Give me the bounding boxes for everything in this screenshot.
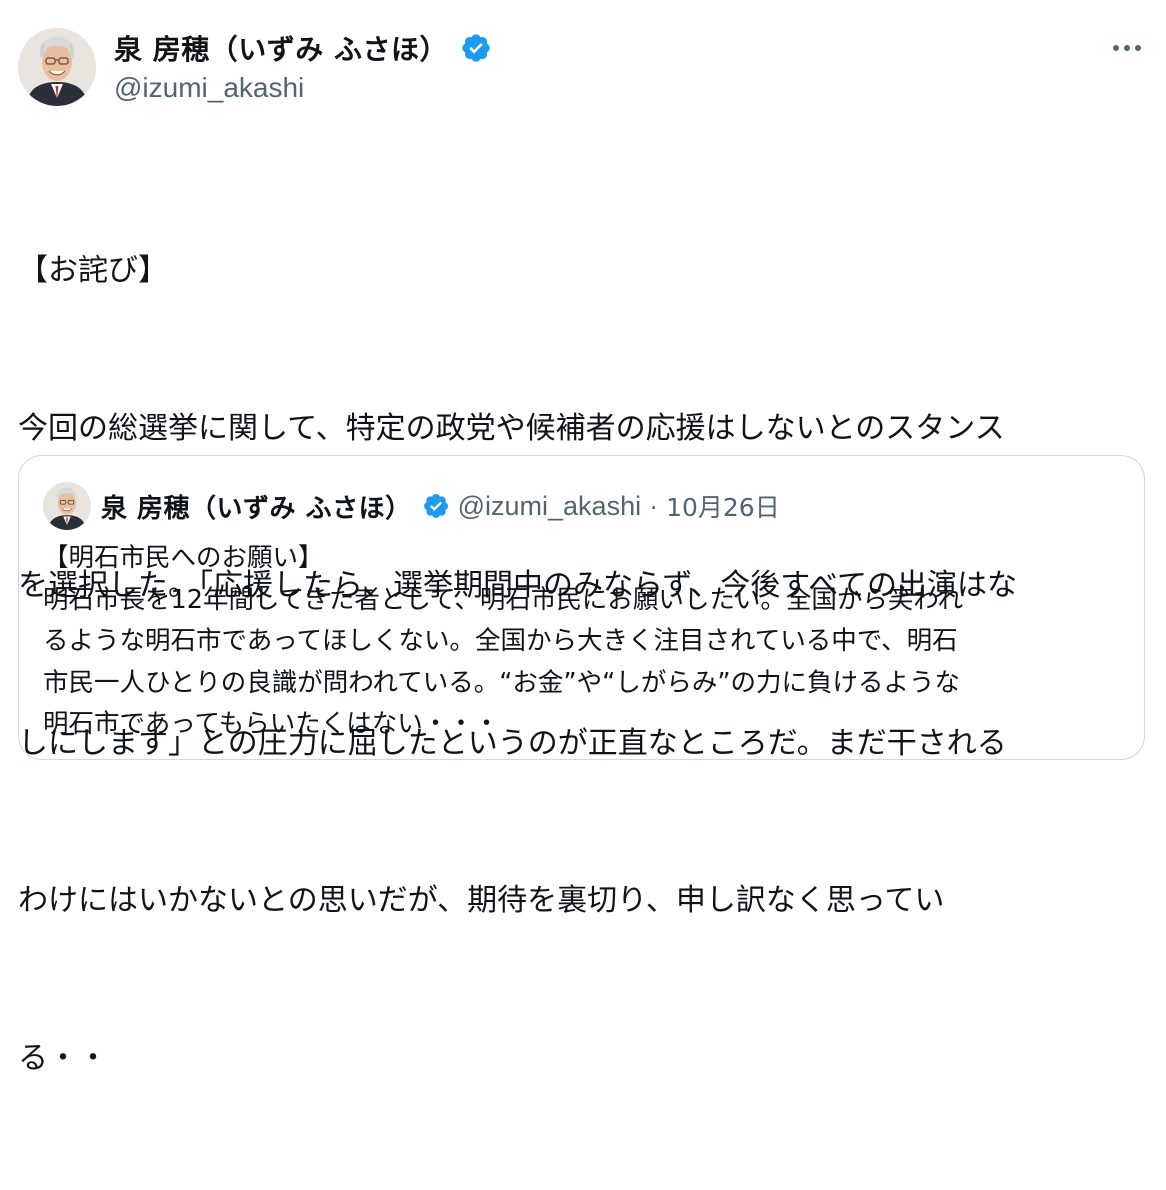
verified-badge-icon xyxy=(460,32,492,64)
separator-dot: · xyxy=(649,490,659,521)
author-display-name[interactable]: 泉 房穂（いずみ ふさほ） xyxy=(114,28,448,68)
quoted-author-handle[interactable]: @izumi_akashi xyxy=(458,491,641,522)
verified-badge-icon xyxy=(422,492,450,520)
author-name-row: 泉 房穂（いずみ ふさほ） xyxy=(114,30,492,66)
more-horizontal-icon[interactable] xyxy=(1110,38,1144,58)
tweet-body-line: る・・ xyxy=(18,1040,108,1076)
quoted-body-line: 市民一人ひとりの良識が問われている。“お金”や“しがらみ”の力に負けるような xyxy=(43,667,961,698)
tweet-body-line: 今回の総選挙に関して、特定の政党や候補者の応援はしないとのスタンス xyxy=(18,410,1005,446)
quoted-tweet-card[interactable]: 泉 房穂（いずみ ふさほ） @izumi_akashi · 10月26日 【明石… xyxy=(18,455,1145,760)
quoted-body: 【明石市民へのお願い】 明石市長を12年間してきた者として、明石市民にお願いした… xyxy=(43,538,1123,746)
author-handle[interactable]: @izumi_akashi xyxy=(114,72,304,104)
tweet: 泉 房穂（いずみ ふさほ） @izumi_akashi 【お詫び】 今回の総選挙… xyxy=(0,0,1166,1076)
quoted-date[interactable]: 10月26日 xyxy=(666,488,780,524)
quoted-body-line: るような明石市であってほしくない。全国から大きく注目されている中で、明石 xyxy=(43,626,958,656)
quoted-body-line: 【明石市民へのお願い】 xyxy=(43,543,324,573)
quoted-header: 泉 房穂（いずみ ふさほ） @izumi_akashi · 10月26日 xyxy=(101,488,780,524)
tweet-body-line: 【お詫び】 xyxy=(18,253,168,288)
quoted-body-line: 明石市であってもらいたくはない・・・ xyxy=(43,709,500,739)
quoted-author-avatar[interactable] xyxy=(43,482,91,530)
person-avatar-icon xyxy=(43,482,91,530)
tweet-body-line: わけにはいかないとの思いだが、期待を裏切り、申し訳なく思ってい xyxy=(18,883,945,918)
quoted-author-name[interactable]: 泉 房穂（いずみ ふさほ） xyxy=(101,488,412,525)
author-avatar[interactable] xyxy=(18,28,96,106)
quoted-body-line: 明石市長を12年間してきた者として、明石市民にお願いしたい。全国から笑われ xyxy=(43,584,964,615)
person-avatar-icon xyxy=(18,28,96,106)
